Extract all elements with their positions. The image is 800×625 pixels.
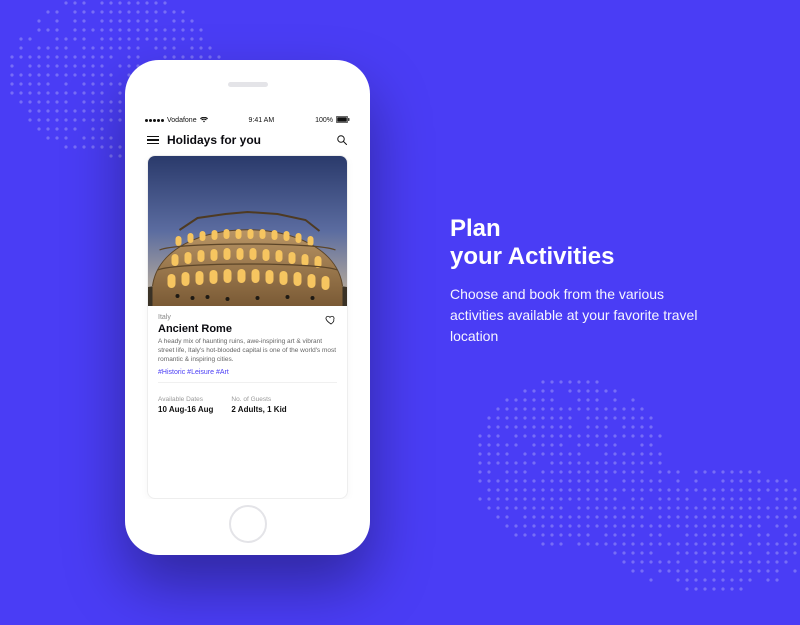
destination-card[interactable]: Italy Ancient Rome A heady mix of haunti… xyxy=(147,155,348,499)
status-time: 9:41 AM xyxy=(249,117,275,124)
promo-body: Choose and book from the various activit… xyxy=(450,284,720,347)
phone-frame: Vodafone 9:41 AM 100% Holidays for you xyxy=(125,60,370,555)
meta-guests: No. of Guests 2 Adults, 1 Kid xyxy=(231,396,286,414)
dot-map-bottom-right xyxy=(440,360,800,620)
meta-dates-label: Available Dates xyxy=(158,396,213,403)
card-divider xyxy=(158,382,337,383)
promo-heading: Plan your Activities xyxy=(450,215,720,270)
destination-description: A heady mix of haunting ruins, awe-inspi… xyxy=(158,338,337,364)
favorite-button[interactable] xyxy=(325,314,337,328)
promo-block: Plan your Activities Choose and book fro… xyxy=(450,215,720,347)
meta-dates-value: 10 Aug-16 Aug xyxy=(158,405,213,414)
destination-title: Ancient Rome xyxy=(158,323,337,335)
search-icon[interactable] xyxy=(336,134,348,146)
battery-icon xyxy=(336,116,350,125)
battery-pct: 100% xyxy=(315,117,333,124)
app-header: Holidays for you xyxy=(137,127,358,155)
page-title: Holidays for you xyxy=(167,133,328,147)
phone-screen: Vodafone 9:41 AM 100% Holidays for you xyxy=(137,112,358,499)
destination-subtitle: Italy xyxy=(158,314,337,321)
meta-dates: Available Dates 10 Aug-16 Aug xyxy=(158,396,213,414)
meta-guests-label: No. of Guests xyxy=(231,396,286,403)
destination-tags[interactable]: #Historic #Leisure #Art xyxy=(158,369,337,376)
signal-icon xyxy=(145,119,164,122)
carrier-label: Vodafone xyxy=(167,117,197,124)
wifi-icon xyxy=(200,117,208,125)
promo-heading-line2: your Activities xyxy=(450,243,615,270)
destination-hero-image xyxy=(148,156,347,306)
status-bar: Vodafone 9:41 AM 100% xyxy=(137,112,358,127)
card-meta-row: Available Dates 10 Aug-16 Aug No. of Gue… xyxy=(148,389,347,424)
promo-heading-line1: Plan xyxy=(450,215,501,242)
menu-icon[interactable] xyxy=(147,136,159,145)
meta-guests-value: 2 Adults, 1 Kid xyxy=(231,405,286,414)
